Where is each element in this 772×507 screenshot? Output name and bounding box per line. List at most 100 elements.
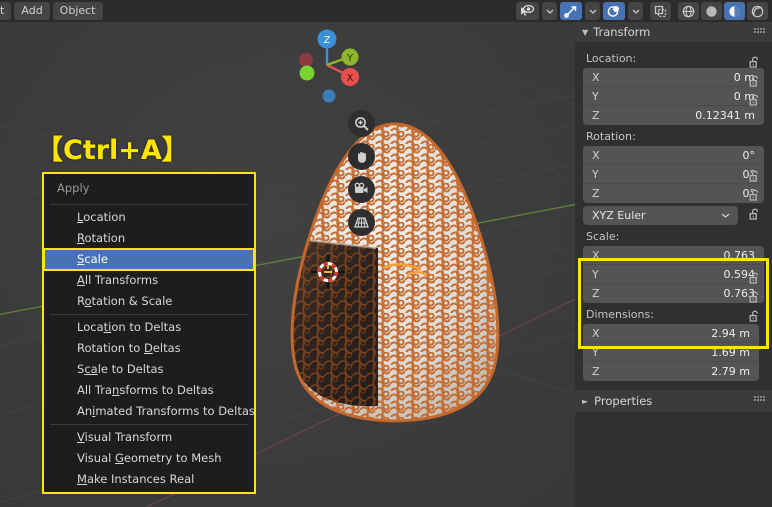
apply-menu-group-deltas: Location to Deltas Rotation to Deltas Sc…	[44, 317, 255, 422]
rotation-row-x: X 0°	[583, 146, 764, 165]
padlock-open-icon	[749, 94, 759, 106]
rotation-x-lock-button[interactable]	[742, 167, 768, 186]
snap-dropdown[interactable]	[585, 2, 600, 20]
gizmo-axis-x-label: X	[347, 73, 354, 84]
apply-context-menu[interactable]: Apply Location Rotation Scale All Transf…	[42, 172, 256, 494]
dimensions-section-label: Dimensions:	[586, 308, 654, 321]
value-label: 0.12341 m	[695, 109, 755, 122]
menu-item-rotation-and-scale[interactable]: Rotation & Scale	[44, 291, 254, 312]
menu-select[interactable]: ct	[0, 2, 12, 20]
shading-rendered-button[interactable]	[747, 2, 768, 20]
proportional-editing-button[interactable]	[603, 2, 625, 20]
menu-item-make-instances-real[interactable]: Make Instances Real	[44, 469, 254, 490]
menu-item-scale[interactable]: Scale	[43, 248, 255, 271]
shading-mode-buttons[interactable]	[678, 2, 768, 20]
proportional-falloff-dropdown[interactable]	[628, 2, 643, 20]
scale-y-field[interactable]: Y 0.594	[583, 265, 764, 284]
n-panel-item-tab[interactable]: ▼ Transform Location: X 0 m Y 0 m Z 0.12…	[575, 22, 772, 507]
value-label: 2.79 m	[711, 365, 750, 378]
location-x-lock-button[interactable]	[742, 53, 768, 72]
shading-material-preview-button[interactable]	[724, 2, 745, 20]
value-label: 0.763	[723, 248, 756, 262]
properties-panel-title: Properties	[594, 394, 653, 408]
location-row-z: Z 0.12341 m	[583, 106, 764, 125]
menu-item-scale-to-deltas[interactable]: Scale to Deltas	[44, 359, 254, 380]
header-tool-cluster[interactable]	[516, 2, 768, 20]
shading-wireframe-icon	[682, 5, 695, 17]
scale-x-field[interactable]: X 0.763	[583, 246, 764, 265]
location-z-lock-button[interactable]	[742, 91, 768, 110]
rotation-row-y: Y 0°	[583, 165, 764, 184]
scale-x-lock-button[interactable]	[742, 269, 768, 288]
axis-label: Z	[592, 365, 600, 378]
shading-solid-icon	[706, 5, 717, 17]
blender-window: Z Y X 【Ctrl+A】 Apply Location Rotation S…	[0, 0, 772, 507]
transform-panel-header[interactable]: ▼ Transform	[575, 22, 772, 42]
location-x-field[interactable]: X 0 m	[583, 68, 764, 87]
menu-object[interactable]: Object	[52, 2, 103, 20]
shading-solid-button[interactable]	[701, 2, 722, 20]
dimensions-y-field[interactable]: Y 1.69 m	[583, 343, 759, 362]
onigiri-mesh-object[interactable]	[255, 118, 535, 438]
properties-panel-header[interactable]: ► Properties	[575, 390, 772, 412]
axis-label: X	[592, 248, 600, 262]
location-z-field[interactable]: Z 0.12341 m	[583, 106, 764, 125]
zoom-tool-button[interactable]	[348, 110, 375, 137]
xray-toggle-button[interactable]	[650, 2, 671, 20]
location-row-y: Y 0 m	[583, 87, 764, 106]
menu-item-location[interactable]: Location	[44, 207, 254, 228]
rotation-y-field[interactable]: Y 0°	[583, 165, 764, 184]
eye-cursor-icon	[521, 5, 535, 16]
menu-item-all-transforms-to-deltas[interactable]: All Transforms to Deltas	[44, 380, 254, 401]
rotation-x-field[interactable]: X 0°	[583, 146, 764, 165]
toggle-ortho-button[interactable]	[348, 209, 375, 236]
viewport-nav-buttons[interactable]	[348, 110, 375, 236]
scale-y-lock-button[interactable]	[742, 288, 768, 307]
menu-item-visual-transform[interactable]: Visual Transform	[44, 427, 254, 448]
menu-item-visual-geometry-to-mesh[interactable]: Visual Geometry to Mesh	[44, 448, 254, 469]
gizmo-neg-y	[299, 65, 315, 81]
menu-item-rotation[interactable]: Rotation	[44, 228, 254, 249]
transform-panel-body: Location: X 0 m Y 0 m Z 0.12341 m Rotati…	[575, 42, 772, 381]
menu-item-rotation-to-deltas[interactable]: Rotation to Deltas	[44, 338, 254, 359]
visibility-selectability-button[interactable]	[516, 2, 539, 20]
dimensions-x-field[interactable]: X 2.94 m	[583, 324, 759, 343]
axis-label: Y	[592, 89, 599, 103]
rotation-z-field[interactable]: Z 0°	[583, 184, 764, 203]
padlock-open-icon	[749, 208, 759, 220]
location-y-field[interactable]: Y 0 m	[583, 87, 764, 106]
rotation-z-lock-button[interactable]	[742, 205, 768, 224]
overlay-buttons[interactable]	[650, 2, 671, 20]
hand-icon	[357, 151, 366, 163]
visibility-dropdown[interactable]	[542, 2, 557, 20]
rotation-row-z: Z 0°	[583, 184, 764, 203]
navigation-gizmo[interactable]: Z Y X	[289, 27, 365, 103]
gizmo-axis-z-label: Z	[324, 35, 331, 46]
apply-menu-title: Apply	[57, 181, 90, 195]
rotation-locks	[742, 167, 768, 224]
snap-toggle-button[interactable]	[560, 2, 582, 20]
rotation-fields: X 0° Y 0° Z 0° XYZ Euler	[583, 146, 764, 225]
scale-z-field[interactable]: Z 0.763	[583, 284, 764, 303]
location-locks	[742, 53, 768, 110]
menu-item-all-transforms[interactable]: All Transforms	[44, 270, 254, 291]
menu-item-location-to-deltas[interactable]: Location to Deltas	[44, 317, 254, 338]
3d-viewport[interactable]: Z Y X 【Ctrl+A】 Apply Location Rotation S…	[0, 0, 575, 507]
axis-label: Z	[592, 287, 600, 300]
scale-row-y: Y 0.594	[583, 265, 764, 284]
rotation-y-lock-button[interactable]	[742, 186, 768, 205]
menu-item-animated-transforms-to-deltas[interactable]: Animated Transforms to Deltas	[44, 401, 255, 422]
proportional-editing-icon	[607, 5, 619, 17]
axis-label: Y	[592, 345, 599, 359]
pan-tool-button[interactable]	[348, 143, 375, 170]
dimensions-z-field[interactable]: Z 2.79 m	[583, 362, 759, 381]
rotation-mode-value: XYZ Euler	[592, 209, 646, 222]
camera-view-button[interactable]	[348, 176, 375, 203]
viewport-header[interactable]: ct Add Object	[0, 0, 772, 22]
rotation-mode-dropdown[interactable]: XYZ Euler	[583, 206, 738, 225]
shading-wireframe-button[interactable]	[678, 2, 699, 20]
padlock-open-icon	[749, 56, 759, 68]
padlock-open-icon	[749, 310, 759, 322]
location-y-lock-button[interactable]	[742, 72, 768, 91]
menu-add[interactable]: Add	[14, 2, 50, 20]
